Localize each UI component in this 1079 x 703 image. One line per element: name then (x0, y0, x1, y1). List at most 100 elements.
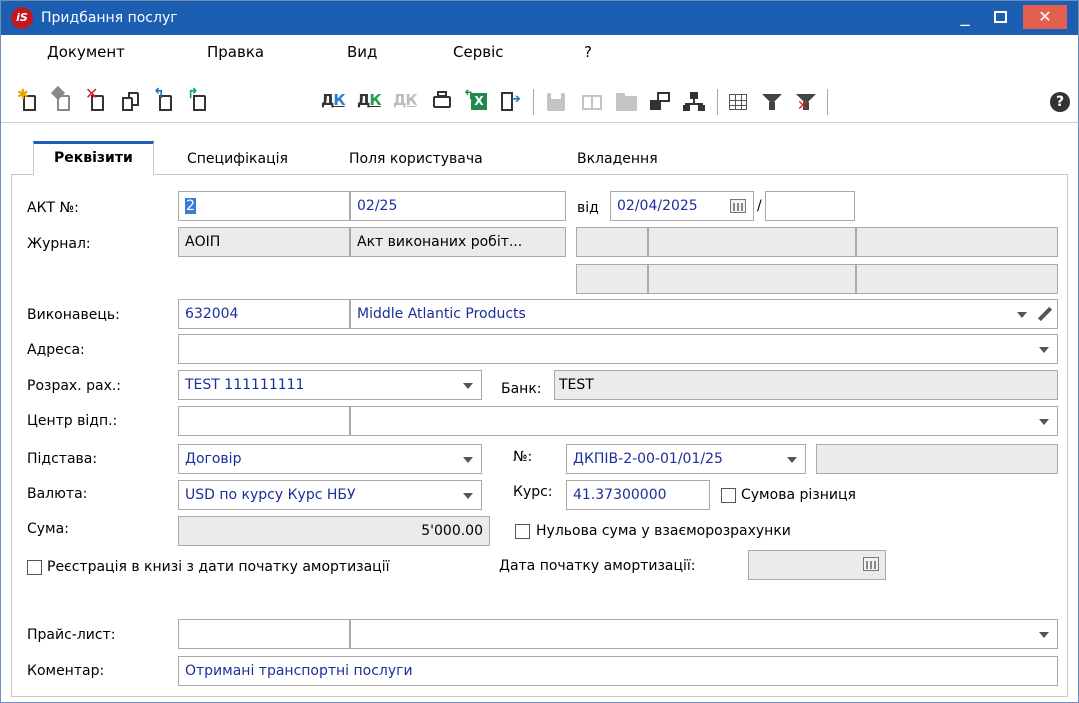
zero-sum-checkbox[interactable] (515, 524, 530, 539)
delete-doc-button[interactable]: ✕ (85, 86, 111, 114)
dk-blue-button[interactable]: ДК (321, 88, 347, 114)
pencil-icon[interactable] (1037, 307, 1051, 321)
center-code-field[interactable] (178, 406, 350, 436)
journal-extra-4 (576, 264, 648, 294)
currency-field[interactable]: USD по курсу Курс НБУ (178, 480, 482, 510)
menu-view[interactable]: Вид (347, 43, 377, 61)
menu-edit[interactable]: Правка (207, 43, 264, 61)
app-window: iS Придбання послуг _ ✕ Документ Правка … (0, 0, 1079, 703)
menu-service[interactable]: Сервіс (453, 43, 503, 61)
dk-gray-button[interactable]: ДК (393, 88, 419, 114)
bank-label: Банк: (501, 381, 542, 397)
save-button[interactable] (543, 88, 569, 114)
contract-number-label: №: (513, 449, 533, 465)
sum-diff-checkbox[interactable] (721, 488, 736, 503)
chevron-down-icon (1039, 419, 1049, 425)
copy-doc-button[interactable] (119, 88, 145, 114)
menu-document[interactable]: Документ (47, 43, 125, 61)
close-button[interactable]: ✕ (1023, 5, 1067, 29)
book-button[interactable] (579, 88, 605, 114)
chevron-down-icon (1039, 347, 1049, 353)
act-number-field[interactable]: 2 (178, 191, 350, 221)
filter-button[interactable] (759, 88, 785, 114)
pricelist-label: Прайс-лист: (27, 627, 116, 643)
date-extra-field[interactable] (765, 191, 855, 221)
center-name-field[interactable] (350, 406, 1058, 436)
rate-field[interactable]: 41.37300000 (566, 480, 710, 510)
chevron-down-icon (787, 457, 797, 463)
clear-filter-button[interactable]: ✕ (793, 88, 819, 114)
comment-label: Коментар: (27, 663, 105, 679)
hierarchy-button[interactable] (681, 88, 707, 114)
sum-diff-label: Сумова різниця (741, 487, 856, 503)
journal-extra-5 (648, 264, 856, 294)
address-field[interactable] (178, 334, 1058, 364)
calendar-icon[interactable] (730, 199, 746, 213)
new-doc-button[interactable]: ✱ (17, 88, 43, 114)
tab-attachments[interactable]: Вкладення (577, 147, 658, 175)
chevron-down-icon (1017, 312, 1027, 318)
rate-label: Курс: (513, 484, 553, 500)
pricelist-name-field[interactable] (350, 619, 1058, 649)
journal-extra-3 (856, 227, 1058, 257)
maximize-button[interactable] (986, 5, 1014, 29)
tab-specification[interactable]: Специфікація (187, 147, 288, 175)
journal-extra-2 (648, 227, 856, 257)
basis-label: Підстава: (27, 451, 98, 467)
hierarchy-icon (690, 92, 698, 99)
contractor-code-field[interactable]: 632004 (178, 299, 350, 329)
tab-user-fields[interactable]: Поля користувача (349, 147, 483, 175)
doc-arrow-teal-button[interactable]: ↱ (187, 87, 213, 114)
maximize-icon (994, 11, 1007, 23)
tab-requisites[interactable]: Реквізити (33, 141, 154, 176)
currency-label: Валюта: (27, 486, 88, 502)
contractor-label: Виконавець: (27, 307, 120, 323)
journal-extra-6 (856, 264, 1058, 294)
contractor-name-field[interactable]: Middle Atlantic Products (350, 299, 1058, 329)
help-icon: ? (1050, 92, 1070, 112)
journal-name-field: Акт виконаних робіт... (350, 227, 566, 257)
folder-icon (616, 96, 637, 111)
contract-extra-field (816, 444, 1058, 474)
center-label: Центр відп.: (27, 413, 118, 429)
act-suffix-field[interactable]: 02/25 (350, 191, 566, 221)
dk-green-icon: ДК (357, 91, 382, 109)
chevron-down-icon (1039, 632, 1049, 638)
minimize-button[interactable]: _ (951, 5, 979, 29)
register-checkbox[interactable] (27, 560, 42, 575)
toolbar-separator (533, 89, 534, 115)
print-icon (433, 96, 451, 108)
dk-green-button[interactable]: ДК (357, 88, 383, 114)
toolbar: ✱ ✕ ↰ ↱ ДК ДК ДК X ↰ ➔ ✕ ? (1, 81, 1078, 123)
contract-number-field[interactable]: ДКПІВ-2-00-01/01/25 (566, 444, 806, 474)
chat-button[interactable] (647, 88, 673, 114)
comment-field[interactable]: Отримані транспортні послуги (178, 656, 1058, 686)
chevron-down-icon (463, 383, 473, 389)
chevron-down-icon (463, 493, 473, 499)
account-field[interactable]: TEST 111111111 (178, 370, 482, 400)
toolbar-separator (717, 89, 718, 115)
basis-field[interactable]: Договір (178, 444, 482, 474)
grid-button[interactable] (725, 88, 751, 114)
sum-field: 5'000.00 (178, 516, 490, 546)
register-label: Реєстрація в книзі з дати початку аморти… (47, 559, 390, 575)
print-button[interactable] (429, 88, 455, 114)
tab-bar: Реквізити Специфікація Поля користувача … (11, 141, 1068, 176)
zero-sum-label: Нульова сума у взаєморозрахунки (536, 523, 791, 539)
dk-gray-icon: ДК (393, 91, 418, 109)
excel-export-button[interactable]: X ↰ (463, 88, 489, 114)
exit-button[interactable]: ➔ (497, 88, 523, 114)
doc-arrow-blue-button[interactable]: ↰ (153, 87, 179, 114)
bank-field: TEST (554, 370, 1058, 400)
folder-button[interactable] (613, 88, 639, 114)
journal-extra-1 (576, 227, 648, 257)
edit-doc-button[interactable] (50, 85, 77, 114)
dk-blue-icon: ДК (321, 91, 346, 109)
date-slash: / (757, 198, 762, 214)
help-button[interactable]: ? (1047, 88, 1073, 114)
calendar-icon[interactable] (863, 557, 879, 571)
app-logo-icon: iS (11, 7, 33, 29)
menu-help[interactable]: ? (584, 43, 592, 61)
grid-icon (729, 94, 747, 110)
pricelist-code-field[interactable] (178, 619, 350, 649)
